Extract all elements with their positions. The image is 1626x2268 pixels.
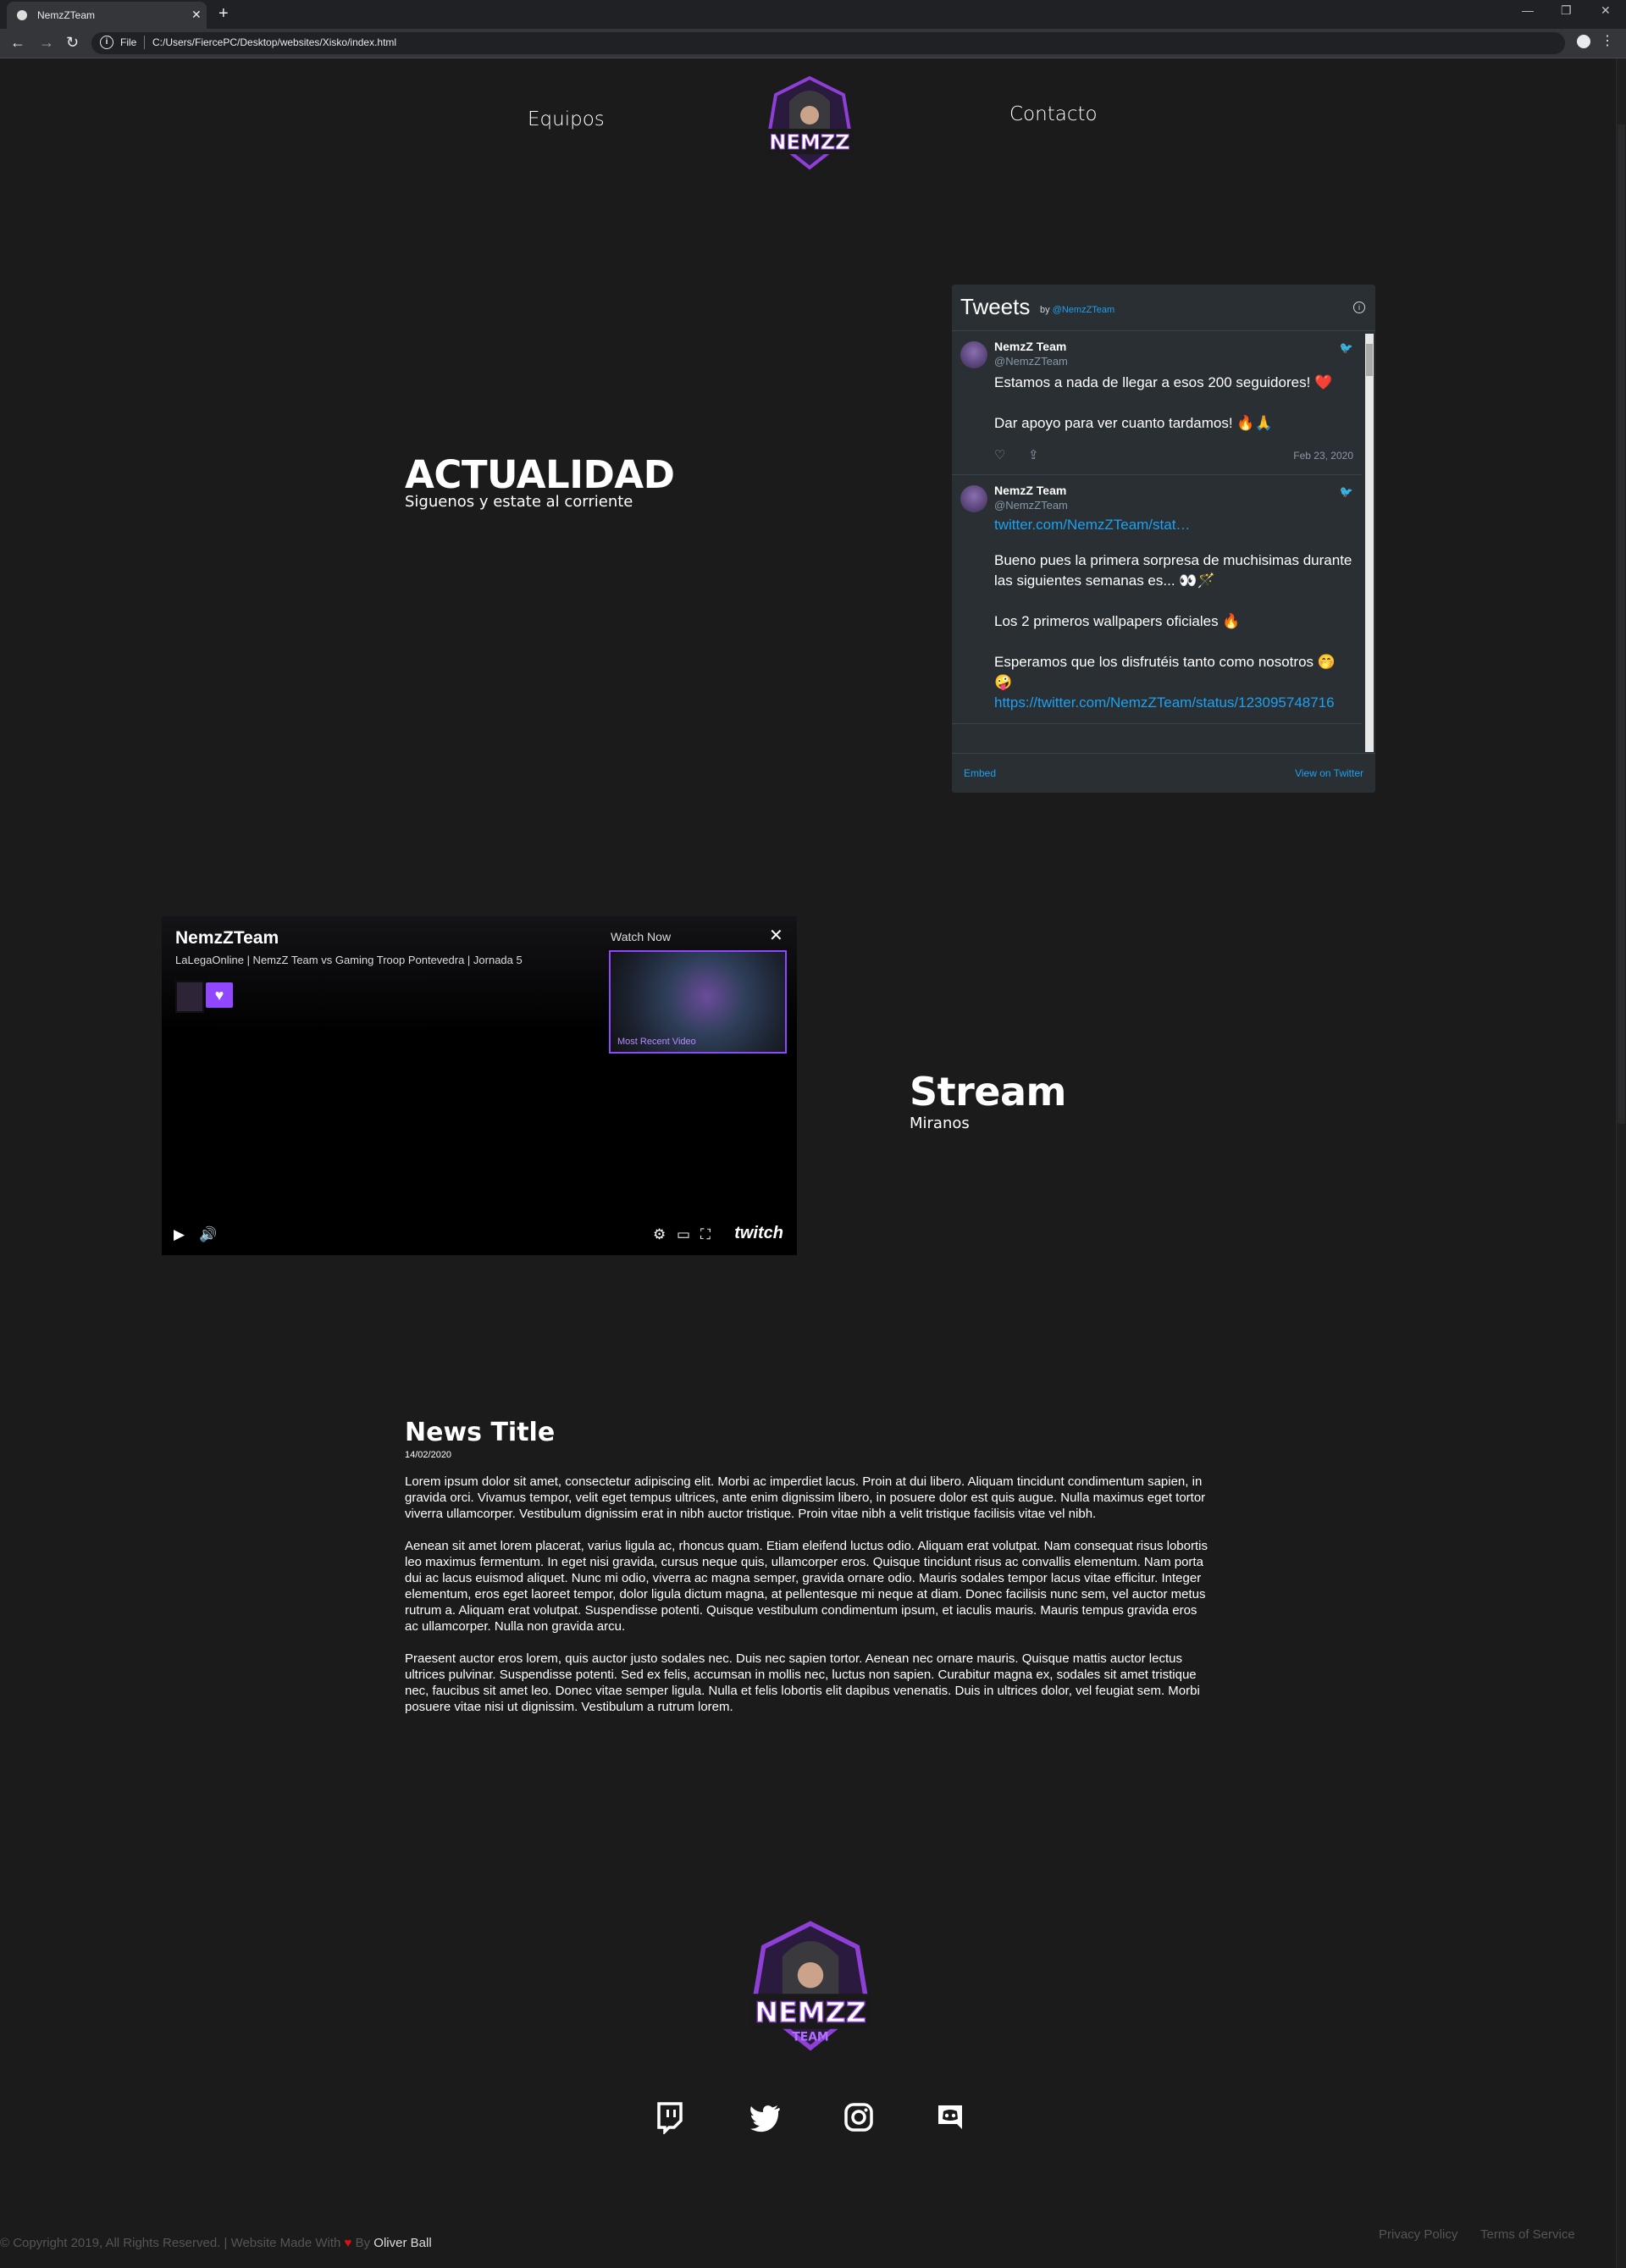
forward-button[interactable]: →: [39, 34, 54, 52]
tweet[interactable]: 🐦 NemzZ Team @NemzZTeam Estamos a nada d…: [952, 331, 1362, 475]
tweet-actions: ♡ ⇪ Feb 23, 2020: [994, 447, 1353, 464]
back-button[interactable]: ←: [10, 34, 25, 52]
follow-heart-button[interactable]: ♥: [206, 982, 233, 1008]
profile-avatar-icon[interactable]: [1577, 35, 1590, 48]
browser-menu-icon[interactable]: ⋮: [1601, 32, 1614, 49]
restore-button[interactable]: ❐: [1561, 3, 1572, 18]
info-icon[interactable]: i: [1353, 301, 1365, 313]
like-heart-icon[interactable]: ♡: [994, 447, 1005, 462]
settings-gear-icon[interactable]: ⚙: [653, 1226, 666, 1243]
news-paragraph: Lorem ipsum dolor sit amet, consectetur …: [405, 1474, 1206, 1521]
cast-icon[interactable]: ▭: [677, 1226, 690, 1243]
browser-tab-bar: NemzZTeam ✕ + — ❐ ✕: [0, 0, 1626, 29]
stream-subtitle: Miranos: [910, 1115, 970, 1132]
url-text[interactable]: C:/Users/FiercePC/Desktop/websites/Xisko…: [152, 36, 396, 48]
player-video-title[interactable]: LaLegaOnline | NemzZ Team vs Gaming Troo…: [175, 954, 523, 966]
actualidad-subtitle: Siguenos y estate al corriente: [405, 493, 633, 511]
twitter-icon[interactable]: [749, 2100, 783, 2134]
minimize-button[interactable]: —: [1522, 3, 1534, 17]
news-date: 14/02/2020: [405, 1450, 452, 1460]
avatar[interactable]: [960, 341, 987, 368]
twitter-widget-footer: Embed View on Twitter: [952, 753, 1375, 793]
embed-link[interactable]: Embed: [964, 767, 996, 779]
scrollbar-thumb[interactable]: [1618, 124, 1625, 1124]
player-controls: ▶ 🔊 ⚙ ▭ ⛶ twitch: [162, 1208, 797, 1255]
new-tab-button[interactable]: +: [218, 4, 229, 24]
twitter-widget-header: Tweets by @NemzZTeam i: [952, 285, 1375, 331]
tweet-author-handle[interactable]: @NemzZTeam: [994, 499, 1353, 512]
discord-icon[interactable]: [933, 2100, 967, 2134]
url-scheme: File: [120, 36, 137, 48]
heart-icon: ♥: [344, 2236, 352, 2250]
tweet-text: Bueno pues la primera sorpresa de muchis…: [994, 552, 1352, 690]
nav-link-equipos[interactable]: Equipos: [528, 108, 605, 130]
news-title: News Title: [405, 1418, 556, 1447]
stream-title: Stream: [910, 1069, 1066, 1115]
twitch-icon[interactable]: [652, 2100, 686, 2134]
scrollbar-thumb[interactable]: [1366, 344, 1373, 376]
news-paragraph: Praesent auctor eros lorem, quis auctor …: [405, 1651, 1200, 1714]
terms-of-service-link[interactable]: Terms of Service: [1480, 2227, 1575, 2242]
tweet-author-name[interactable]: NemzZ Team: [994, 484, 1353, 497]
tweet-date[interactable]: Feb 23, 2020: [1293, 450, 1353, 462]
actualidad-title: ACTUALIDAD: [405, 452, 675, 497]
info-icon[interactable]: i: [100, 36, 113, 49]
tweet-feed[interactable]: 🐦 NemzZ Team @NemzZTeam Estamos a nada d…: [952, 331, 1362, 754]
author-link[interactable]: Oliver Ball: [373, 2236, 431, 2250]
logo-subtext: TEAM: [792, 2031, 828, 2044]
page-scrollbar[interactable]: [1616, 58, 1626, 2268]
tweets-title: Tweets: [960, 294, 1031, 319]
logo-text: NEMZZ: [769, 130, 849, 154]
instagram-icon[interactable]: [842, 2100, 876, 2134]
copyright-text: © Copyright 2019, All Rights Reserved. |…: [0, 2236, 432, 2250]
view-on-twitter-link[interactable]: View on Twitter: [1295, 767, 1363, 779]
close-window-button[interactable]: ✕: [1601, 3, 1611, 18]
close-tab-icon[interactable]: ✕: [191, 8, 202, 22]
twitch-player[interactable]: NemzZTeam LaLegaOnline | NemzZ Team vs G…: [162, 916, 797, 1255]
avatar[interactable]: [960, 485, 987, 512]
news-body: Lorem ipsum dolor sit amet, consectetur …: [405, 1474, 1212, 1731]
logo-text: NEMZZ: [755, 1996, 866, 2029]
nav-link-contacto[interactable]: Contacto: [1009, 103, 1098, 125]
share-icon[interactable]: ⇪: [1028, 447, 1039, 462]
divider: [144, 36, 145, 49]
footer-logo[interactable]: NEMZZ TEAM: [740, 1921, 881, 2053]
copyright-by: By: [355, 2236, 371, 2250]
privacy-policy-link[interactable]: Privacy Policy: [1379, 2227, 1457, 2242]
tweet[interactable]: 🐦 NemzZ Team @NemzZTeam twitter.com/Nemz…: [952, 475, 1362, 724]
copyright-prefix: © Copyright 2019, All Rights Reserved. |…: [0, 2236, 341, 2250]
volume-icon[interactable]: 🔊: [199, 1226, 217, 1243]
twitter-bird-icon[interactable]: 🐦: [1340, 341, 1353, 355]
globe-icon: [17, 10, 27, 20]
browser-tab[interactable]: NemzZTeam ✕: [7, 2, 207, 29]
fullscreen-icon[interactable]: ⛶: [700, 1226, 711, 1243]
reload-button[interactable]: ↻: [66, 34, 79, 52]
tweets-by: by @NemzZTeam: [1040, 305, 1114, 315]
tweets-by-handle-link[interactable]: @NemzZTeam: [1053, 305, 1115, 315]
tweet-link[interactable]: twitter.com/NemzZTeam/stat…: [994, 515, 1353, 535]
most-recent-video-label: Most Recent Video: [617, 1037, 696, 1047]
tweet-feed-scrollbar[interactable]: [1365, 334, 1374, 752]
tweet-author-handle[interactable]: @NemzZTeam: [994, 355, 1353, 368]
tweet-author-name[interactable]: NemzZ Team: [994, 340, 1353, 353]
close-icon[interactable]: ✕: [769, 925, 783, 946]
tweet-text: Estamos a nada de llegar a esos 200 segu…: [994, 374, 1333, 431]
header-logo[interactable]: NEMZZ: [759, 76, 860, 171]
tweets-by-label: by: [1040, 305, 1050, 315]
twitter-timeline-widget: Tweets by @NemzZTeam i 🐦 NemzZ Team @Nem…: [952, 285, 1375, 793]
news-paragraph: Aenean sit amet lorem placerat, varius l…: [405, 1539, 1208, 1634]
address-bar[interactable]: i File C:/Users/FiercePC/Desktop/website…: [91, 32, 1565, 54]
play-icon[interactable]: ▶: [174, 1226, 185, 1243]
avatar[interactable]: [175, 981, 204, 1013]
twitter-bird-icon[interactable]: 🐦: [1340, 485, 1353, 499]
tweet-link[interactable]: https://twitter.com/NemzZTeam/status/123…: [994, 693, 1353, 713]
watch-now-label: Watch Now: [611, 930, 672, 943]
tab-title: NemzZTeam: [37, 9, 96, 21]
most-recent-video-thumbnail[interactable]: Most Recent Video: [609, 950, 787, 1054]
twitch-logo-link[interactable]: twitch: [734, 1224, 783, 1243]
browser-toolbar: ← → ↻ i File C:/Users/FiercePC/Desktop/w…: [0, 29, 1626, 58]
player-channel-name[interactable]: NemzZTeam: [175, 928, 279, 949]
